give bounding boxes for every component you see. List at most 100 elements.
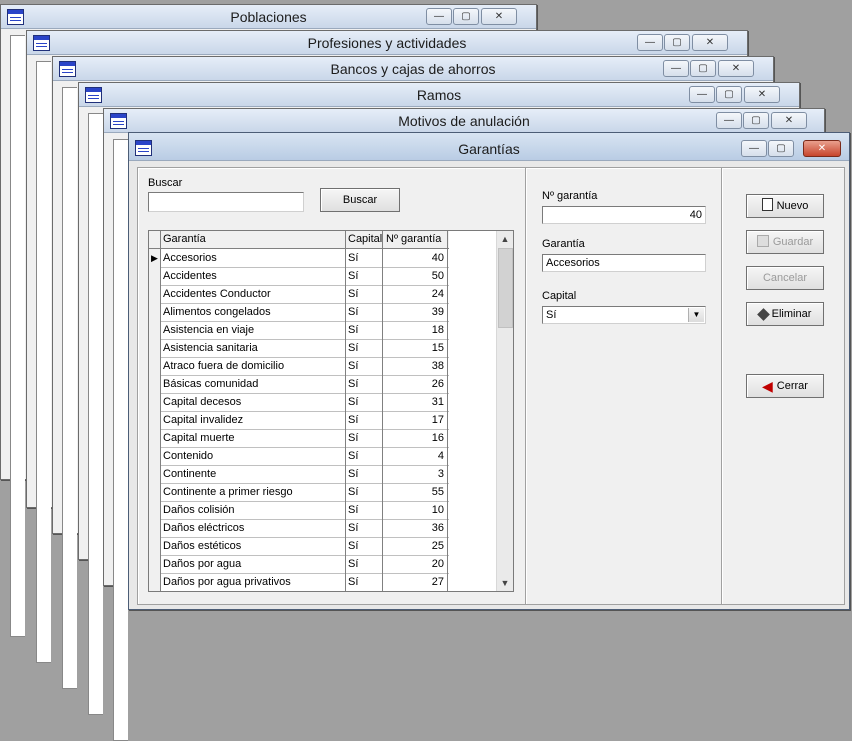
minimize-button[interactable]: — (716, 112, 742, 129)
num-garantia-field[interactable]: 40 (542, 206, 706, 224)
cell-capital: Sí (346, 393, 383, 411)
nuevo-button[interactable]: Nuevo (746, 194, 824, 218)
row-indicator (149, 447, 161, 465)
table-row[interactable]: Capital muerte Sí 16 (149, 429, 449, 448)
maximize-button[interactable]: ▢ (690, 60, 716, 77)
cell-num-garantia: 10 (383, 501, 448, 519)
table-row[interactable]: Contenido Sí 4 (149, 447, 449, 466)
table-row[interactable]: Capital invalidez Sí 17 (149, 411, 449, 430)
row-indicator (149, 465, 161, 483)
row-indicator (149, 339, 161, 357)
cell-garantia: Continente (161, 465, 346, 483)
column-header-num-garantia[interactable]: Nº garantía (383, 231, 448, 248)
capital-select[interactable]: Sí ▼ (542, 306, 706, 324)
cell-capital: Sí (346, 249, 383, 267)
cell-garantia: Alimentos congelados (161, 303, 346, 321)
cell-capital: Sí (346, 411, 383, 429)
background-content (36, 61, 51, 663)
cell-capital: Sí (346, 321, 383, 339)
maximize-button[interactable]: ▢ (716, 86, 742, 103)
table-row[interactable]: Daños eléctricos Sí 36 (149, 519, 449, 538)
maximize-button[interactable]: ▢ (768, 140, 794, 157)
table-row[interactable]: Daños estéticos Sí 25 (149, 537, 449, 556)
scroll-thumb[interactable] (498, 248, 513, 328)
cell-num-garantia: 36 (383, 519, 448, 537)
scroll-down-arrow-icon[interactable]: ▼ (497, 575, 513, 591)
row-indicator (149, 375, 161, 393)
close-button[interactable]: ✕ (481, 8, 517, 25)
table-row[interactable]: Asistencia en viaje Sí 18 (149, 321, 449, 340)
row-indicator (149, 321, 161, 339)
cancelar-label: Cancelar (762, 272, 808, 284)
search-input[interactable] (148, 192, 304, 212)
eraser-icon (756, 308, 770, 321)
column-header-garantia[interactable]: Garantía (161, 231, 346, 248)
cell-garantia: Básicas comunidad (161, 375, 346, 393)
table-row[interactable]: Daños por agua privativos Sí 27 (149, 573, 449, 591)
row-indicator (149, 303, 161, 321)
table-row[interactable]: Básicas comunidad Sí 26 (149, 375, 449, 394)
guardar-button[interactable]: Guardar (746, 230, 824, 254)
minimize-button[interactable]: — (637, 34, 663, 51)
close-button[interactable]: ✕ (692, 34, 728, 51)
list-panel: Buscar Buscar Garantía Capital Nº garant… (137, 167, 527, 605)
cell-garantia: Daños por agua privativos (161, 573, 346, 591)
minimize-button[interactable]: — (663, 60, 689, 77)
table-row[interactable]: ▶ Accesorios Sí 40 (149, 249, 449, 268)
cell-num-garantia: 26 (383, 375, 448, 393)
header-indicator (149, 231, 161, 248)
maximize-button[interactable]: ▢ (664, 34, 690, 51)
table-row[interactable]: Continente Sí 3 (149, 465, 449, 484)
maximize-button[interactable]: ▢ (743, 112, 769, 129)
table-row[interactable]: Capital decesos Sí 31 (149, 393, 449, 412)
table-row[interactable]: Daños por agua Sí 20 (149, 555, 449, 574)
titlebar[interactable]: Motivos de anulación — ▢ ✕ (104, 109, 824, 133)
garantia-field[interactable]: Accesorios (542, 254, 706, 272)
cerrar-button[interactable]: ◀ Cerrar (746, 374, 824, 398)
row-indicator (149, 501, 161, 519)
maximize-button[interactable]: ▢ (453, 8, 479, 25)
vertical-scrollbar[interactable]: ▲ ▼ (496, 231, 513, 591)
titlebar[interactable]: Profesiones y actividades — ▢ ✕ (27, 31, 747, 55)
cell-capital: Sí (346, 483, 383, 501)
search-button[interactable]: Buscar (320, 188, 400, 212)
table-row[interactable]: Asistencia sanitaria Sí 15 (149, 339, 449, 358)
close-button[interactable]: ✕ (803, 140, 841, 157)
close-button[interactable]: ✕ (744, 86, 780, 103)
minimize-button[interactable]: — (741, 140, 767, 157)
garantias-grid[interactable]: Garantía Capital Nº garantía ▶ Accesorios… (148, 230, 514, 592)
cell-num-garantia: 18 (383, 321, 448, 339)
table-row[interactable]: Accidentes Conductor Sí 24 (149, 285, 449, 304)
cell-garantia: Accesorios (161, 249, 346, 267)
table-row[interactable]: Daños colisión Sí 10 (149, 501, 449, 520)
cell-num-garantia: 3 (383, 465, 448, 483)
titlebar[interactable]: Ramos — ▢ ✕ (79, 83, 799, 107)
scroll-up-arrow-icon[interactable]: ▲ (497, 231, 513, 247)
column-header-capital[interactable]: Capital (346, 231, 383, 248)
table-row[interactable]: Continente a primer riesgo Sí 55 (149, 483, 449, 502)
cell-capital: Sí (346, 447, 383, 465)
cell-num-garantia: 16 (383, 429, 448, 447)
minimize-button[interactable]: — (426, 8, 452, 25)
close-button[interactable]: ✕ (718, 60, 754, 77)
table-row[interactable]: Alimentos congelados Sí 39 (149, 303, 449, 322)
minimize-button[interactable]: — (689, 86, 715, 103)
titlebar[interactable]: Poblaciones — ▢ ✕ (1, 5, 536, 29)
titlebar[interactable]: Bancos y cajas de ahorros — ▢ ✕ (53, 57, 773, 81)
cell-garantia: Atraco fuera de domicilio (161, 357, 346, 375)
cell-capital: Sí (346, 501, 383, 519)
cell-num-garantia: 15 (383, 339, 448, 357)
cell-num-garantia: 24 (383, 285, 448, 303)
cell-garantia: Accidentes Conductor (161, 285, 346, 303)
cancelar-button[interactable]: Cancelar (746, 266, 824, 290)
eliminar-button[interactable]: Eliminar (746, 302, 824, 326)
table-row[interactable]: Atraco fuera de domicilio Sí 38 (149, 357, 449, 376)
eliminar-label: Eliminar (771, 308, 812, 320)
titlebar[interactable]: Garantías — ▢ ✕ (129, 133, 849, 161)
cell-garantia: Capital decesos (161, 393, 346, 411)
chevron-down-icon[interactable]: ▼ (688, 308, 704, 322)
row-indicator (149, 429, 161, 447)
table-row[interactable]: Accidentes Sí 50 (149, 267, 449, 286)
close-button[interactable]: ✕ (771, 112, 807, 129)
new-document-icon (761, 198, 773, 211)
